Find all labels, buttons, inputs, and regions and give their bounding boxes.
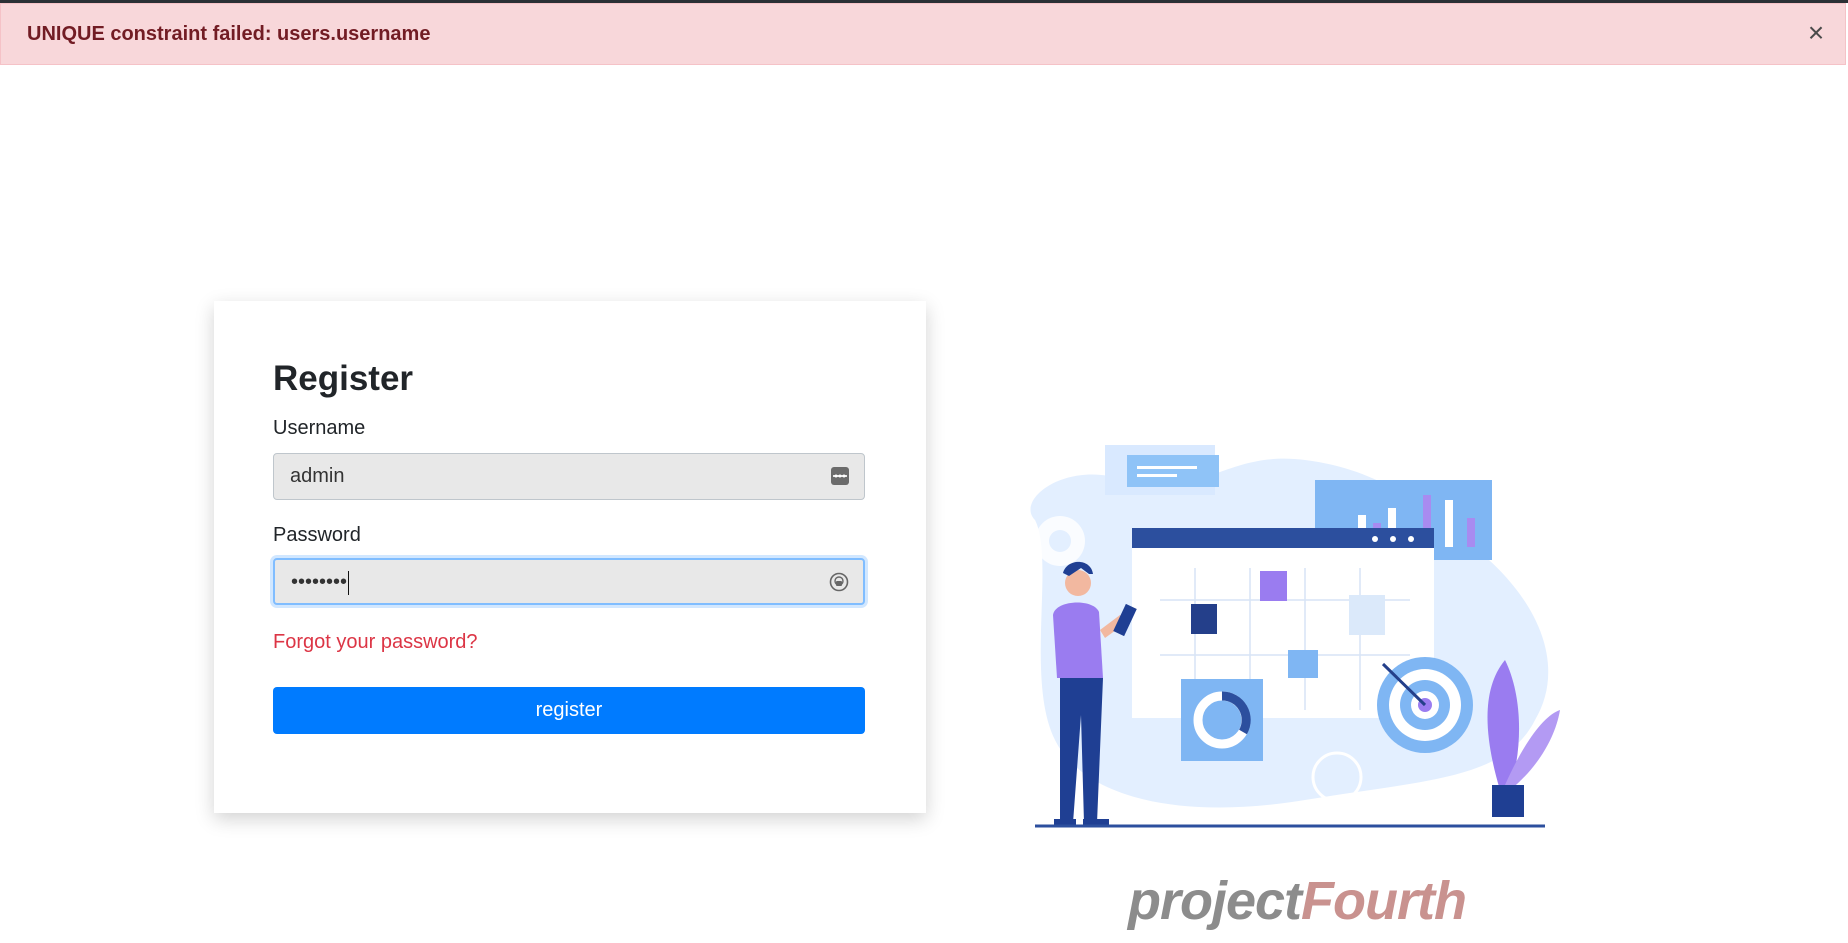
password-label: Password: [273, 524, 361, 546]
error-alert: UNIQUE constraint failed: users.username…: [0, 3, 1846, 65]
brand-logo-part1: project: [1128, 871, 1302, 931]
username-value: admin: [290, 465, 345, 487]
text-cursor: [348, 570, 350, 595]
alert-message: UNIQUE constraint failed: users.username: [27, 23, 431, 45]
brand-logo: projectFourth: [1128, 870, 1467, 932]
register-card: Register Username admin Password •••••••…: [214, 301, 926, 813]
password-manager-icon[interactable]: [829, 572, 849, 592]
register-button[interactable]: register: [273, 687, 865, 734]
password-value: ••••••••: [291, 571, 348, 593]
password-input[interactable]: ••••••••: [273, 558, 865, 605]
alert-close-button[interactable]: ×: [1801, 18, 1831, 48]
page-title: Register: [273, 359, 414, 398]
autofill-key-icon[interactable]: [830, 466, 850, 486]
username-label: Username: [273, 417, 366, 439]
username-input[interactable]: admin: [273, 453, 865, 500]
calendar-planning-illustration: [1030, 445, 1560, 828]
brand-logo-part2: Fourth: [1301, 871, 1467, 931]
forgot-password-link[interactable]: Forgot your password?: [273, 631, 478, 654]
